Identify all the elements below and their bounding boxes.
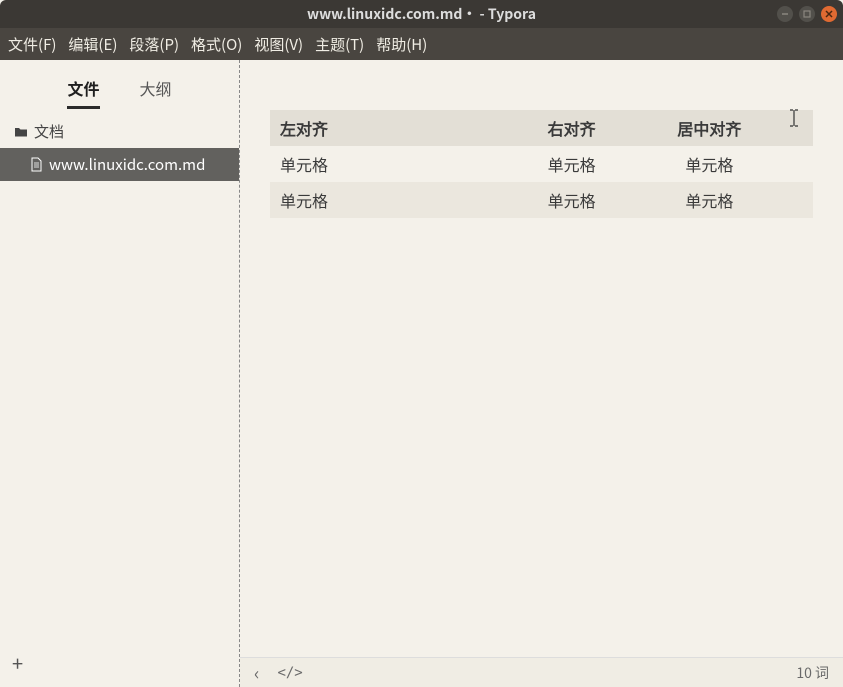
- file-icon: [30, 157, 43, 172]
- table-header-left[interactable]: 左对齐: [270, 110, 438, 146]
- window-title: www.linuxidc.com.md• - Typora: [307, 4, 536, 24]
- menu-paragraph[interactable]: 段落(P): [129, 34, 179, 55]
- menu-format[interactable]: 格式(O): [191, 34, 242, 55]
- table-cell[interactable]: 单元格: [270, 182, 438, 218]
- menu-file[interactable]: 文件(F): [8, 34, 56, 55]
- minimize-button[interactable]: [777, 6, 793, 22]
- window-controls: [777, 6, 837, 22]
- table-cell[interactable]: 单元格: [438, 146, 606, 182]
- back-button[interactable]: ‹: [254, 660, 259, 686]
- table-cell[interactable]: 单元格: [606, 182, 813, 218]
- table-header-right[interactable]: 右对齐: [438, 110, 606, 146]
- sidebar-file-label: www.linuxidc.com.md: [49, 154, 205, 175]
- editor-body[interactable]: 左对齐 右对齐 居中对齐 单元格 单元格 单元格 单元格 单元格 单元格: [240, 60, 843, 657]
- new-file-button[interactable]: +: [0, 638, 239, 687]
- table-cell[interactable]: 单元格: [438, 182, 606, 218]
- table-row: 单元格 单元格 单元格: [270, 146, 813, 182]
- plus-icon: +: [12, 648, 23, 677]
- table-row: 单元格 单元格 单元格: [270, 182, 813, 218]
- sidebar-file[interactable]: www.linuxidc.com.md: [0, 148, 239, 181]
- word-count[interactable]: 10 词: [796, 663, 829, 683]
- sidebar-folder-label: 文档: [34, 121, 64, 142]
- menu-view[interactable]: 视图(V): [254, 34, 303, 55]
- sidebar-tabs: 文件 大纲: [0, 60, 239, 115]
- folder-icon: [14, 125, 28, 139]
- sidebar: 文件 大纲 文档 www.linuxidc.com.md +: [0, 60, 240, 687]
- menu-help[interactable]: 帮助(H): [376, 34, 427, 55]
- window-titlebar: www.linuxidc.com.md• - Typora: [0, 0, 843, 28]
- statusbar: ‹ </> 10 词: [240, 657, 843, 687]
- editor: 左对齐 右对齐 居中对齐 单元格 单元格 单元格 单元格 单元格 单元格: [240, 60, 843, 687]
- menu-edit[interactable]: 编辑(E): [68, 34, 117, 55]
- table-cell[interactable]: 单元格: [606, 146, 813, 182]
- tab-outline[interactable]: 大纲: [140, 76, 172, 109]
- table-header-center[interactable]: 居中对齐: [606, 110, 813, 146]
- table-cell[interactable]: 单元格: [270, 146, 438, 182]
- tab-files[interactable]: 文件: [67, 76, 99, 109]
- menu-theme[interactable]: 主题(T): [315, 34, 364, 55]
- sidebar-folder[interactable]: 文档: [0, 115, 239, 148]
- table-header-row: 左对齐 右对齐 居中对齐: [270, 110, 813, 146]
- markdown-table[interactable]: 左对齐 右对齐 居中对齐 单元格 单元格 单元格 单元格 单元格 单元格: [270, 110, 813, 218]
- maximize-button[interactable]: [799, 6, 815, 22]
- source-mode-button[interactable]: </>: [277, 665, 302, 681]
- close-button[interactable]: [821, 6, 837, 22]
- menubar: 文件(F) 编辑(E) 段落(P) 格式(O) 视图(V) 主题(T) 帮助(H…: [0, 28, 843, 60]
